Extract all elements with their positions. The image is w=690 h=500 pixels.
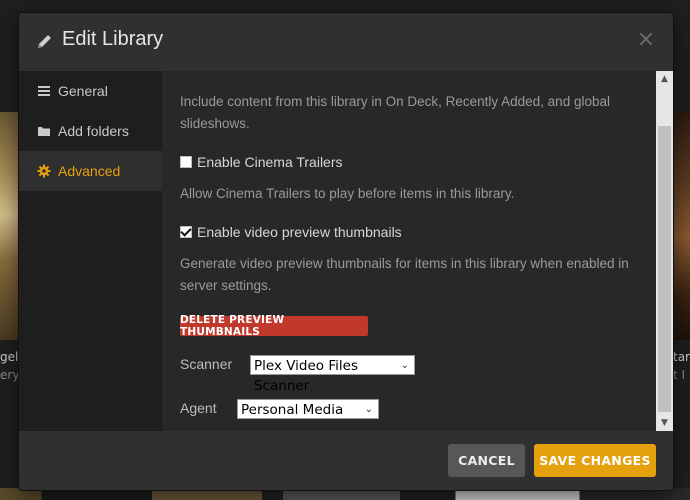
scroll-down-icon[interactable]: ▼ — [656, 415, 673, 431]
scroll-up-icon[interactable]: ▲ — [656, 71, 673, 87]
gear-icon — [37, 164, 51, 178]
content-scrollbar[interactable]: ▲ ▼ — [656, 71, 673, 431]
background-title-left: gel — [0, 350, 19, 364]
dialog-footer: CANCEL SAVE CHANGES — [19, 431, 673, 490]
dialog-header: Edit Library × — [19, 13, 673, 71]
folder-icon — [37, 124, 51, 138]
close-icon[interactable]: × — [635, 29, 657, 51]
include-content-description: Include content from this library in On … — [180, 94, 610, 131]
video-preview-label: Enable video preview thumbnails — [197, 224, 402, 240]
sidebar-item-label: Add folders — [58, 123, 129, 139]
delete-preview-thumbnails-button[interactable]: DELETE PREVIEW THUMBNAILS — [180, 314, 368, 338]
settings-sidebar: General Add folders Advanced — [19, 71, 162, 431]
cinema-trailers-label: Enable Cinema Trailers — [197, 154, 343, 170]
sidebar-item-advanced[interactable]: Advanced — [19, 151, 162, 191]
video-preview-option[interactable]: Enable video preview thumbnails — [180, 224, 402, 240]
dialog-title: Edit Library — [62, 28, 164, 50]
cinema-trailers-description: Allow Cinema Trailers to play before ite… — [180, 186, 515, 201]
sidebar-item-label: Advanced — [58, 163, 121, 179]
cinema-trailers-checkbox[interactable] — [180, 156, 192, 168]
pencil-icon — [36, 32, 54, 50]
agent-label: Agent — [180, 400, 217, 416]
background-poster-right — [670, 112, 690, 340]
background-sub-left: ery — [0, 368, 20, 382]
save-changes-button[interactable]: SAVE CHANGES — [534, 444, 656, 477]
sidebar-item-general[interactable]: General — [19, 71, 162, 111]
sidebar-item-label: General — [58, 83, 108, 99]
background-poster-left — [0, 112, 20, 340]
video-preview-description: Generate video preview thumbnails for it… — [180, 256, 629, 293]
agent-select[interactable]: Personal Media ⌄ — [237, 399, 379, 419]
background-sub-right: t I — [673, 368, 686, 382]
edit-library-dialog: Edit Library × General Add folders Advan… — [19, 13, 673, 490]
list-icon — [37, 84, 51, 98]
chevron-down-icon: ⌄ — [400, 360, 409, 371]
cinema-trailers-option[interactable]: Enable Cinema Trailers — [180, 154, 343, 170]
background-title-right: tar — [673, 350, 690, 364]
sidebar-item-add-folders[interactable]: Add folders — [19, 111, 162, 151]
scroll-thumb[interactable] — [658, 126, 671, 412]
scanner-label: Scanner — [180, 356, 233, 372]
advanced-settings-panel: Include content from this library in On … — [162, 71, 656, 431]
scanner-select[interactable]: Plex Video Files Scanner ⌄ — [250, 355, 415, 394]
cancel-button[interactable]: CANCEL — [448, 444, 525, 477]
agent-value: Personal Media — [241, 402, 344, 418]
chevron-down-icon: ⌄ — [364, 404, 373, 415]
scanner-value: Plex Video Files Scanner — [254, 358, 358, 394]
video-preview-checkbox[interactable] — [180, 226, 192, 238]
